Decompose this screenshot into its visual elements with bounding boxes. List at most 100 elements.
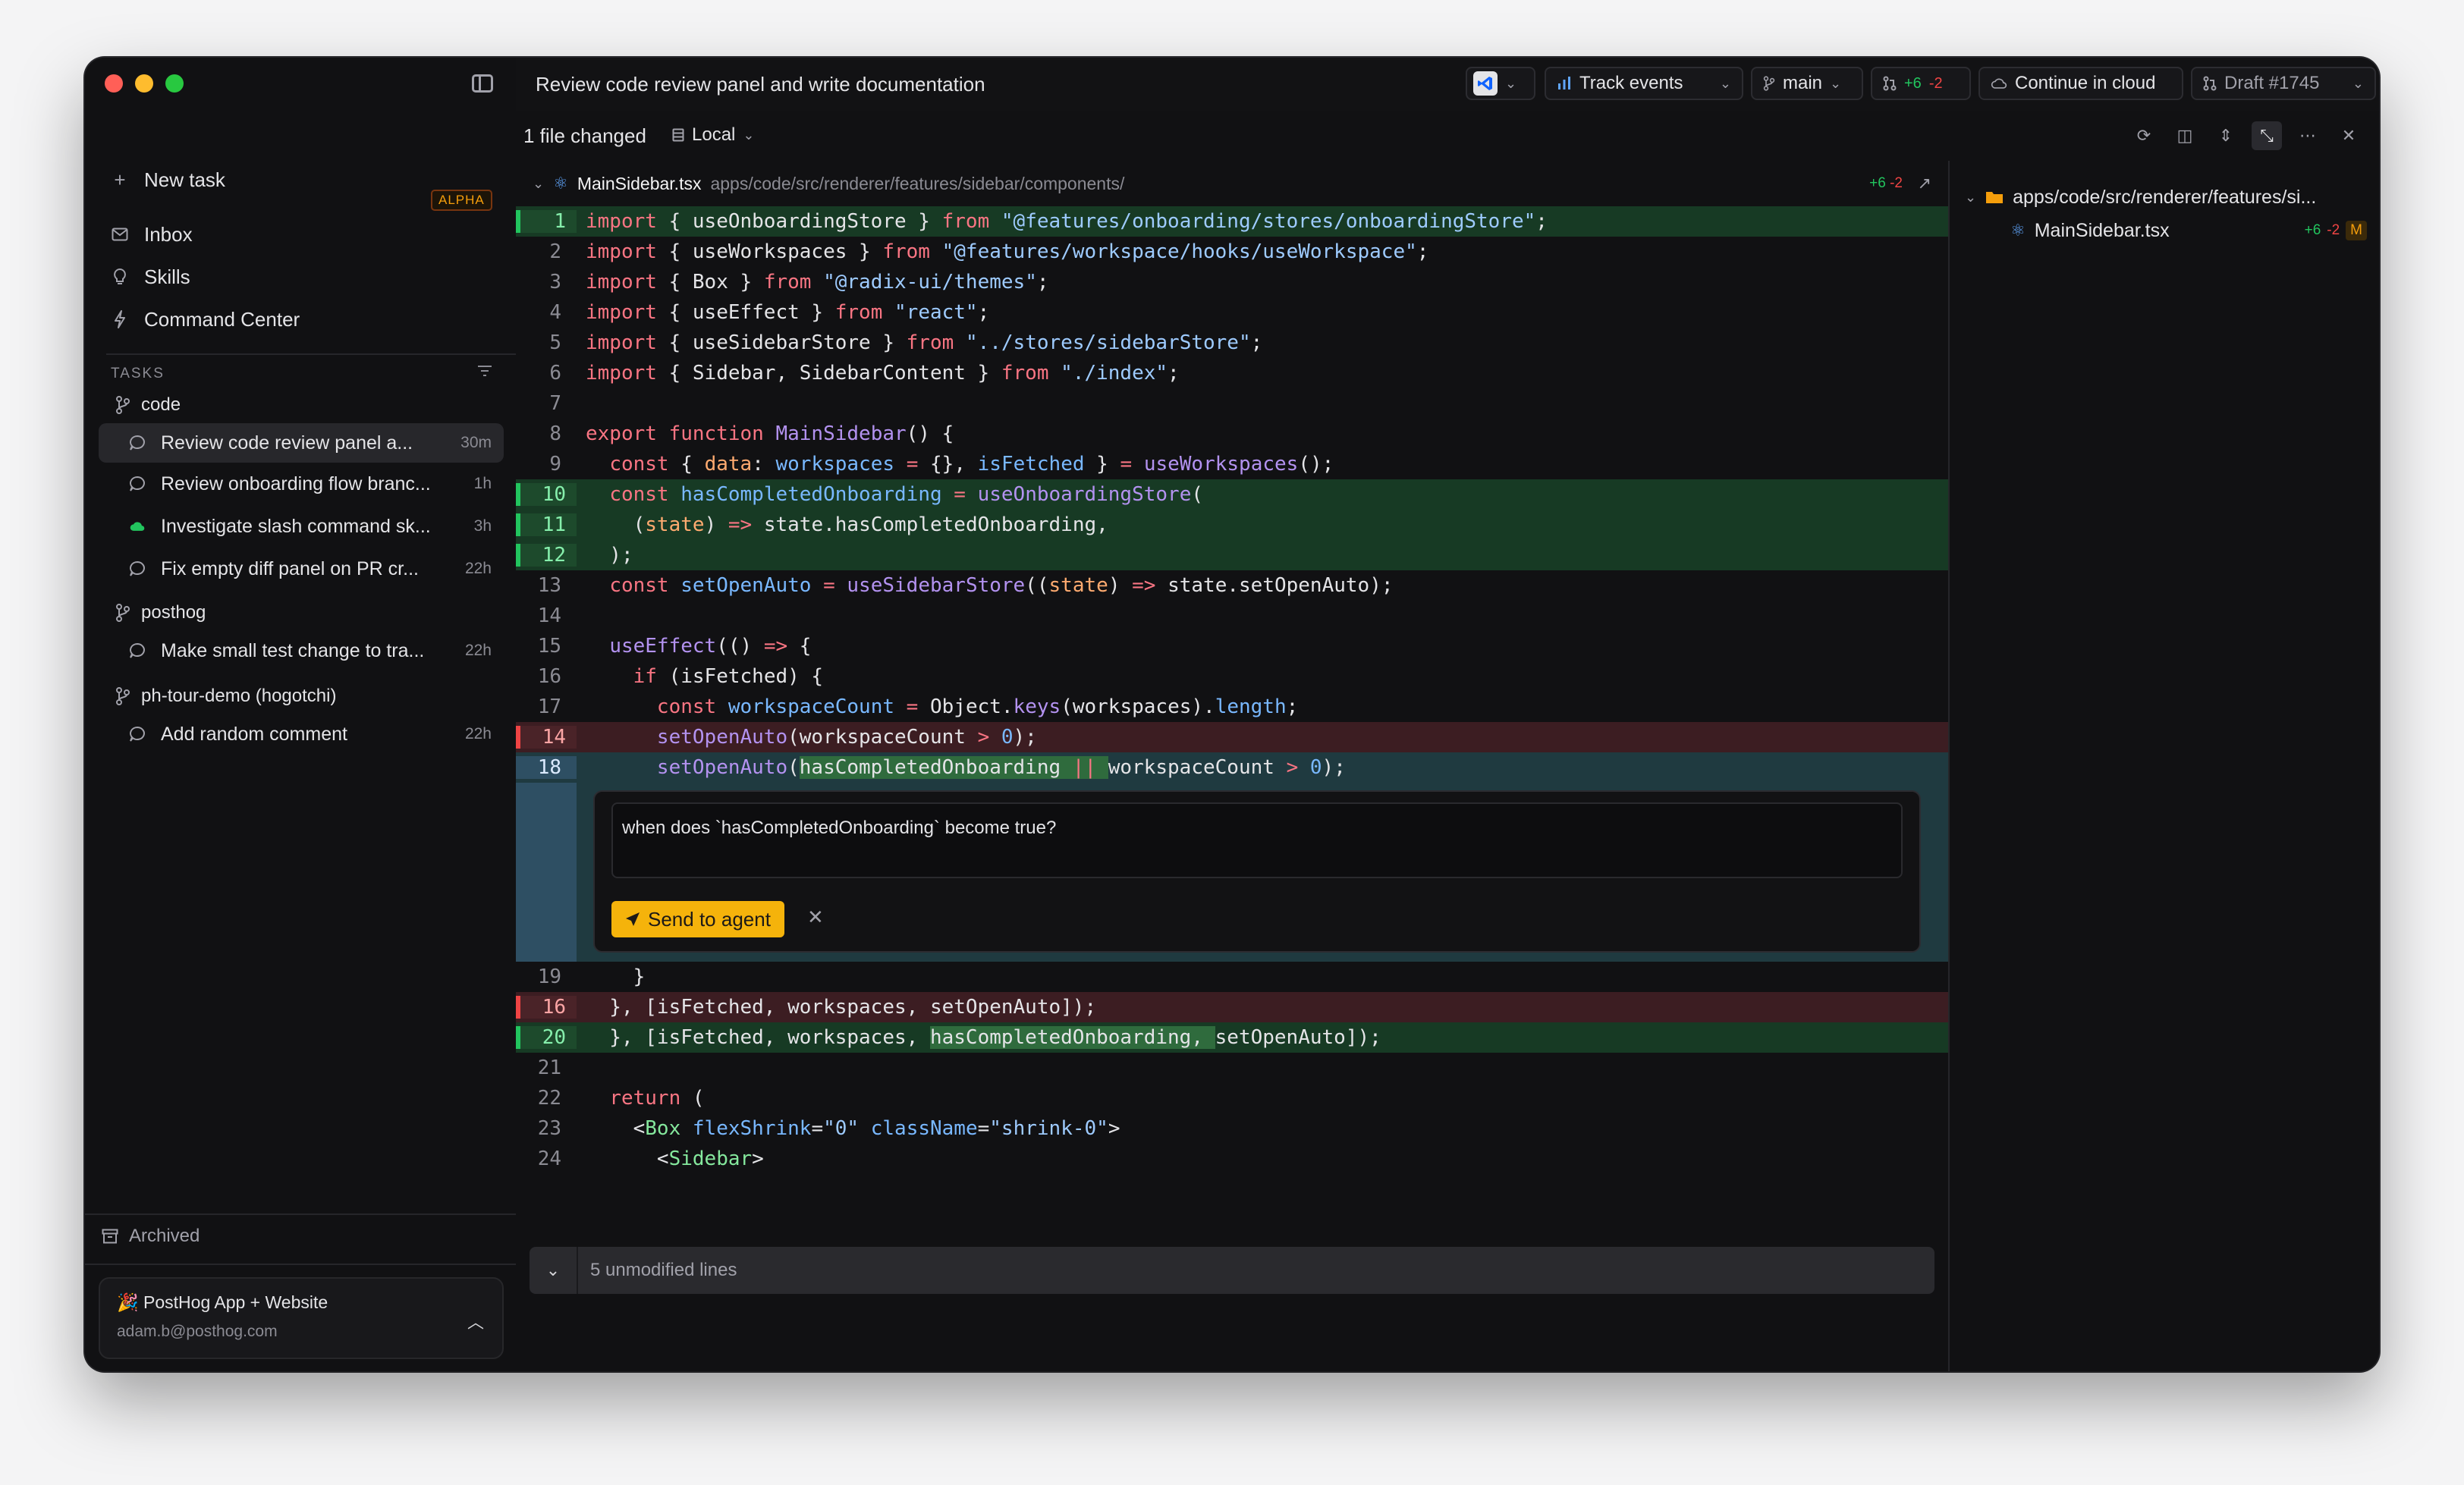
sidebar: + New task Inbox ALPHA Skills Command Ce… [85, 58, 517, 1371]
code-line[interactable]: 16 }, [isFetched, workspaces, setOpenAut… [516, 992, 1948, 1022]
repo-ph-tour-demo[interactable]: ph-tour-demo (hogotchi) [115, 681, 336, 711]
close-icon[interactable]: ✕ [2334, 121, 2364, 150]
sidebar-toggle-icon[interactable] [472, 74, 493, 93]
code-line[interactable]: 23 <Box flexShrink="0" className="shrink… [516, 1113, 1948, 1144]
folder-icon [1986, 192, 2004, 203]
react-icon: ⚛ [553, 174, 568, 193]
unmodified-lines-label: 5 unmodified lines [590, 1260, 737, 1280]
chevron-down-icon: ⌄ [2352, 75, 2364, 91]
code-line[interactable]: 11 (state) => state.hasCompletedOnboardi… [516, 510, 1948, 540]
code-line[interactable]: 17 const workspaceCount = Object.keys(wo… [516, 692, 1948, 722]
expand-icon[interactable]: ⇕ [2211, 121, 2241, 150]
cloud-icon [130, 522, 145, 531]
chevron-down-icon: ⌄ [1965, 189, 1977, 205]
code-line[interactable]: 14 setOpenAuto(workspaceCount > 0); [516, 722, 1948, 752]
diff-stat-button[interactable]: +6 -2 [1871, 67, 1971, 100]
code-line[interactable]: 10 const hasCompletedOnboarding = useOnb… [516, 479, 1948, 510]
file-name: MainSidebar.tsx [577, 173, 702, 193]
diff-panel: ⌄ ⚛ MainSidebar.tsx apps/code/src/render… [516, 161, 1948, 1371]
code-line[interactable]: 3 import { Box } from "@radix-ui/themes"; [516, 267, 1948, 297]
code-line[interactable]: 6 import { Sidebar, SidebarContent } from… [516, 358, 1948, 388]
comment-card: when does `hasCompletedOnboarding` becom… [593, 790, 1921, 953]
additions-count: +6 [1904, 74, 1922, 92]
expand-unmodified-lines[interactable]: ⌄ 5 unmodified lines [530, 1247, 1934, 1294]
location-dropdown[interactable]: Local ⌄ [672, 124, 754, 146]
open-in-editor-button[interactable]: ⌄ [1466, 67, 1535, 100]
location-label: Local [692, 124, 736, 145]
code-line[interactable]: 7 [516, 388, 1948, 419]
code-line[interactable]: 21 [516, 1053, 1948, 1083]
close-window-button[interactable] [105, 74, 123, 93]
code-line[interactable]: 22 return ( [516, 1083, 1948, 1113]
archived-button[interactable]: Archived [102, 1226, 200, 1247]
collapse-icon[interactable]: ⤡ [2252, 121, 2282, 150]
code-line[interactable]: 4 import { useEffect } from "react"; [516, 297, 1948, 328]
task-title: Review code review panel a... [161, 432, 413, 454]
repo-posthog[interactable]: posthog [115, 598, 206, 628]
code-line[interactable]: 12 ); [516, 540, 1948, 570]
code-line[interactable]: 18 setOpenAuto(hasCompletedOnboarding ||… [516, 752, 1948, 783]
task-item[interactable]: Review onboarding flow branc... 1h [99, 464, 504, 504]
command-center-label: Command Center [144, 307, 300, 331]
divider [106, 353, 516, 355]
code-line[interactable]: 19 } [516, 962, 1948, 992]
tree-file[interactable]: ⚛ MainSidebar.tsx +6 -2 M [2010, 214, 2367, 247]
divider [85, 1213, 516, 1215]
sidebar-item-skills[interactable]: Skills [111, 258, 190, 296]
sidebar-item-inbox[interactable]: Inbox [111, 215, 193, 253]
modified-badge: M [2346, 221, 2367, 240]
continue-in-cloud-button[interactable]: Continue in cloud [1978, 67, 2183, 100]
plus-icon: + [114, 168, 126, 191]
task-item[interactable]: Add random comment 22h [99, 714, 504, 754]
code-line[interactable]: 15 useEffect(() => { [516, 631, 1948, 661]
refresh-icon[interactable]: ⟳ [2129, 121, 2159, 150]
branch-icon [116, 604, 130, 622]
folder-path: apps/code/src/renderer/features/si... [2013, 186, 2317, 208]
more-icon[interactable]: ⋯ [2293, 121, 2323, 150]
task-item[interactable]: Review code review panel a... 30m [99, 423, 504, 463]
repo-code[interactable]: code [115, 390, 181, 420]
new-task-label: New task [144, 168, 225, 191]
send-to-agent-button[interactable]: Send to agent [611, 901, 784, 937]
chevron-down-icon[interactable]: ⌄ [533, 176, 544, 192]
tasks-heading: TASKS [111, 366, 165, 381]
maximize-window-button[interactable] [165, 74, 184, 93]
code-line[interactable]: 16 if (isFetched) { [516, 661, 1948, 692]
org-name: 🎉 PostHog App + Website [117, 1292, 328, 1312]
new-task-button[interactable]: + New task [111, 161, 225, 199]
org-switcher[interactable]: 🎉 PostHog App + Website adam.b@posthog.c… [99, 1277, 504, 1359]
sidebar-item-command-center[interactable]: Command Center [111, 300, 300, 338]
code-line[interactable]: 24 <Sidebar> [516, 1144, 1948, 1174]
diff-toolbar: 1 file changed Local ⌄ ⟳ ◫ ⇕ ⤡ ⋯ ✕ [516, 111, 2379, 162]
tree-folder[interactable]: ⌄ apps/code/src/renderer/features/si... [1965, 181, 2367, 214]
code-line[interactable]: 14 [516, 601, 1948, 631]
track-events-button[interactable]: Track events ⌄ [1545, 67, 1743, 100]
chevron-down-icon: ⌄ [530, 1247, 578, 1294]
code-line[interactable]: 1 import { useOnboardingStore } from "@fe… [516, 206, 1948, 237]
code-line[interactable]: 20 }, [isFetched, workspaces, hasComplet… [516, 1022, 1948, 1053]
pull-request-icon [2203, 76, 2217, 91]
filter-icon[interactable] [476, 364, 493, 378]
external-link-icon[interactable]: ↗ [1918, 174, 1931, 193]
bolt-icon [111, 310, 129, 328]
comment-input[interactable]: when does `hasCompletedOnboarding` becom… [611, 802, 1903, 878]
task-item[interactable]: Make small test change to tra... 22h [99, 631, 504, 670]
branch-selector[interactable]: main ⌄ [1751, 67, 1863, 100]
code-line[interactable]: 8 export function MainSidebar() { [516, 419, 1948, 449]
code-line[interactable]: 2 import { useWorkspaces } from "@feature… [516, 237, 1948, 267]
code-line[interactable]: 5 import { useSidebarStore } from "../sto… [516, 328, 1948, 358]
split-view-icon[interactable]: ◫ [2170, 121, 2200, 150]
branch-icon [116, 396, 130, 414]
minimize-window-button[interactable] [135, 74, 153, 93]
task-item[interactable]: Investigate slash command sk... 3h [99, 507, 504, 546]
top-bar: Review code review panel and write docum… [516, 58, 2379, 112]
inbox-icon [111, 225, 129, 243]
code-line[interactable]: 9 const { data: workspaces = {}, isFetch… [516, 449, 1948, 479]
code-line[interactable]: 13 const setOpenAuto = useSidebarStore((… [516, 570, 1948, 601]
file-header[interactable]: ⌄ ⚛ MainSidebar.tsx apps/code/src/render… [516, 161, 1948, 206]
cancel-comment-icon[interactable]: ✕ [807, 906, 824, 929]
react-icon: ⚛ [2010, 221, 2026, 240]
draft-pr-button[interactable]: Draft #1745 ⌄ [2191, 67, 2376, 100]
task-item[interactable]: Fix empty diff panel on PR cr... 22h [99, 549, 504, 589]
repo-name: posthog [141, 602, 206, 623]
